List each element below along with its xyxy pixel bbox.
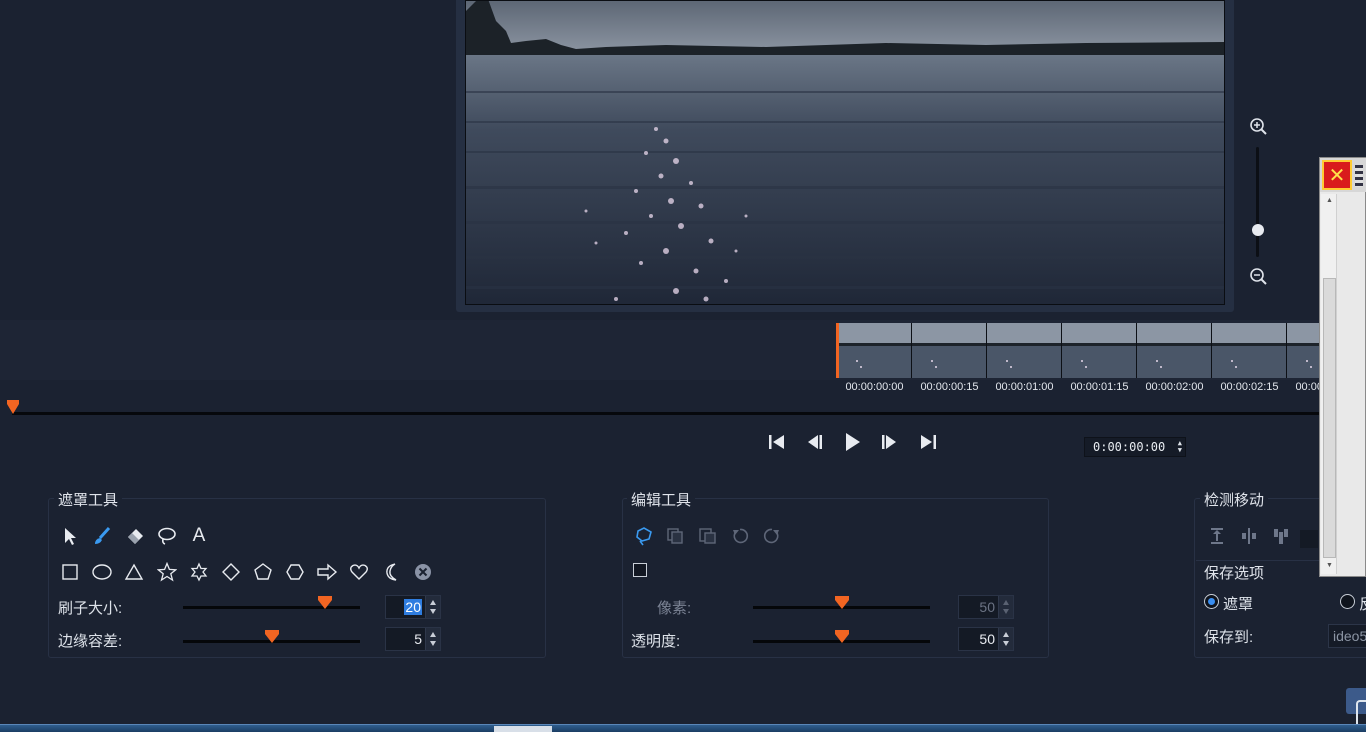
opacity-stepper[interactable]: 50: [958, 627, 1014, 651]
star5-icon[interactable]: [156, 561, 178, 583]
edge-tolerance-stepper[interactable]: 5: [385, 627, 441, 651]
brush-icon[interactable]: [91, 525, 113, 547]
film-frame[interactable]: [1137, 323, 1212, 378]
pentagon-icon[interactable]: [252, 561, 274, 583]
lasso-select-icon[interactable]: [633, 525, 655, 547]
mask-radio[interactable]: [1204, 594, 1219, 609]
preview-image: [465, 0, 1225, 305]
filmstrip[interactable]: [837, 323, 1366, 378]
scrollbar[interactable]: ▲ ▼: [1321, 194, 1337, 574]
save-options-title: 保存选项: [1200, 562, 1269, 583]
arrow-icon[interactable]: [316, 561, 338, 583]
triangle-icon[interactable]: [123, 561, 145, 583]
timecode-label: 00:00:02:15: [1220, 381, 1279, 393]
stepper-arrows[interactable]: [998, 628, 1013, 650]
timecode-stepper[interactable]: ▲ ▼: [1178, 440, 1182, 454]
opacity-label: 透明度:: [631, 633, 681, 650]
next-frame-icon[interactable]: [878, 431, 902, 453]
opacity-thumb[interactable]: [834, 630, 849, 643]
crescent-icon[interactable]: [381, 561, 403, 583]
redo-icon[interactable]: [761, 525, 783, 547]
timeline-track[interactable]: [12, 412, 1322, 415]
brush-size-slider[interactable]: [183, 606, 360, 609]
brush-size-thumb[interactable]: [317, 596, 332, 609]
undo-icon[interactable]: [729, 525, 751, 547]
clear-icon[interactable]: [412, 561, 434, 583]
motion-detect-title: 检测移动: [1200, 489, 1269, 510]
brush-size-label: 刷子大小:: [58, 600, 123, 617]
floating-toolbar-window[interactable]: ✕ ▲ ▼: [1319, 157, 1366, 577]
scroll-down-icon[interactable]: ▼: [1326, 562, 1333, 569]
floating-titlebar[interactable]: ✕: [1320, 158, 1366, 192]
text-icon[interactable]: A: [188, 525, 210, 547]
heart-icon[interactable]: [348, 561, 370, 583]
zoom-slider-thumb[interactable]: [1252, 224, 1264, 236]
save-path-field[interactable]: ideo5: [1328, 624, 1366, 648]
prev-frame-icon[interactable]: [802, 431, 826, 453]
pointer-icon[interactable]: [59, 525, 81, 547]
go-to-start-icon[interactable]: [765, 431, 789, 453]
film-frame[interactable]: [912, 323, 987, 378]
lasso-icon[interactable]: [156, 525, 178, 547]
film-frame[interactable]: [1212, 323, 1287, 378]
close-icon[interactable]: ✕: [1322, 160, 1352, 190]
square-icon[interactable]: [59, 561, 81, 583]
motion-swatch: [1300, 530, 1318, 548]
taskbar-item[interactable]: [494, 726, 552, 732]
taskbar: [0, 724, 1366, 732]
save-path-value: ideo5: [1333, 628, 1366, 644]
second-radio[interactable]: [1340, 594, 1355, 609]
play-icon[interactable]: [840, 431, 864, 453]
pixel-thumb[interactable]: [834, 596, 849, 609]
timecode-value: 0:00:00:00: [1093, 440, 1166, 454]
timecode-label: 00:00:00:00: [845, 381, 904, 393]
copy-icon[interactable]: [664, 525, 686, 547]
hexagon-icon[interactable]: [284, 561, 306, 583]
zoom-slider-track[interactable]: [1256, 147, 1259, 257]
ellipse-icon[interactable]: [91, 561, 113, 583]
film-frame[interactable]: [837, 323, 912, 378]
save-to-label: 保存到:: [1204, 629, 1254, 646]
edge-tolerance-value[interactable]: 5: [414, 631, 422, 647]
pixel-stepper[interactable]: 50: [958, 595, 1014, 619]
timecode-label: 00:00:00:15: [920, 381, 979, 393]
paste-icon[interactable]: [696, 525, 718, 547]
window-edge: [1356, 700, 1366, 724]
stepper-arrows[interactable]: [425, 628, 440, 650]
playhead[interactable]: [7, 400, 19, 414]
zoom-in-icon[interactable]: [1249, 117, 1269, 137]
track-points-icon[interactable]: [1270, 525, 1292, 547]
pixel-value[interactable]: 50: [979, 599, 995, 615]
film-frame[interactable]: [1062, 323, 1137, 378]
scroll-up-icon[interactable]: ▲: [1326, 197, 1333, 204]
grip-handle[interactable]: [1355, 165, 1363, 187]
zoom-out-icon[interactable]: [1249, 267, 1269, 287]
timecode-label: 00:00:02:00: [1145, 381, 1204, 393]
edit-checkbox[interactable]: [633, 563, 647, 577]
go-to-end-icon[interactable]: [916, 431, 940, 453]
edge-tolerance-thumb[interactable]: [264, 630, 279, 643]
timecode-label: 00:00:01:00: [995, 381, 1054, 393]
opacity-value[interactable]: 50: [979, 631, 995, 647]
diamond-icon[interactable]: [220, 561, 242, 583]
second-radio-label: 反: [1359, 593, 1366, 614]
track-split-icon[interactable]: [1238, 525, 1260, 547]
timecode-label: 00:00:01:15: [1070, 381, 1129, 393]
timecode-input[interactable]: 0:00:00:00 ▲ ▼: [1084, 437, 1186, 457]
scrollbar-thumb[interactable]: [1323, 278, 1336, 558]
eraser-icon[interactable]: [124, 525, 146, 547]
mask-tools-title: 遮罩工具: [54, 489, 123, 510]
brush-size-value[interactable]: 20: [404, 599, 422, 615]
stepper-arrows[interactable]: [998, 596, 1013, 618]
film-frame[interactable]: [987, 323, 1062, 378]
star6-icon[interactable]: [188, 561, 210, 583]
pixel-label: 像素:: [657, 600, 692, 617]
brush-size-stepper[interactable]: 20: [385, 595, 441, 619]
mask-radio-label: 遮罩: [1223, 596, 1254, 613]
filmstrip-marker[interactable]: [836, 323, 839, 378]
edit-tools-title: 编辑工具: [627, 489, 696, 510]
edge-tolerance-label: 边缘容差:: [58, 633, 123, 650]
track-in-icon[interactable]: [1206, 525, 1228, 547]
stepper-arrows[interactable]: [425, 596, 440, 618]
